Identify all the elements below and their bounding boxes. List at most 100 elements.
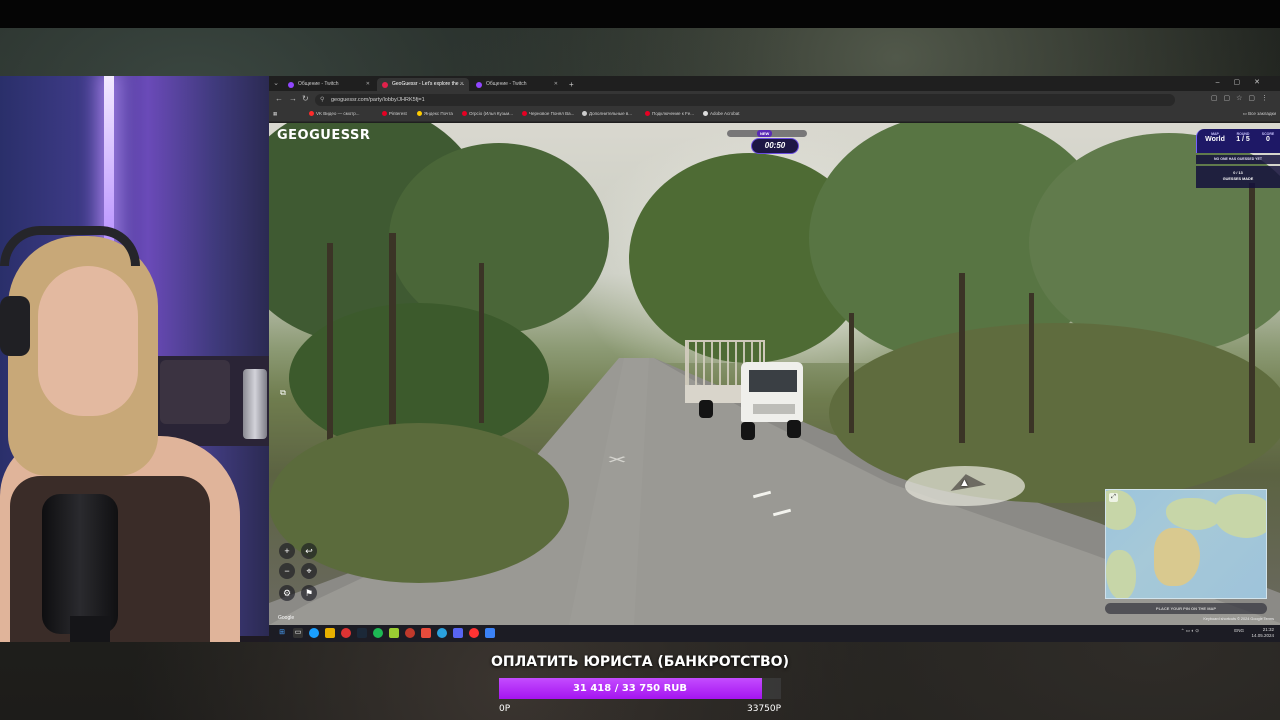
bookmark-connect[interactable]: Подключение к Fe... [645,111,694,117]
settings-gear-icon[interactable]: ⚙ [279,585,295,601]
truck-windshield [749,370,797,392]
score-status: SCORE 0 [1261,132,1275,143]
bookmark-adobe[interactable]: Adobe Acrobat [703,111,740,117]
street-view-panorama[interactable]: ✕ ▲ GEOGUESSR NEW 00:50 MAP World ROUND … [269,123,1280,625]
map-controls: + ↩ − ⌖ ⚙ ⚑ [279,543,319,603]
twitch-icon [476,82,482,88]
donation-goal-amount: 31 418 / 33 750 RUB [572,683,688,694]
yandex-icon[interactable] [469,628,479,638]
discord-icon[interactable] [453,628,463,638]
tab-label: Общение - Twitch [298,81,339,87]
task-view-icon[interactable]: ▭ [293,628,303,638]
app-icon[interactable] [485,628,495,638]
chrome-icon[interactable] [341,628,351,638]
url-field[interactable]: ⚲ geoguessr.com/party/lobby/JHRK5fj=1 [315,94,1175,106]
bookmark-orpcio[interactable]: Orpcio (Илья Кузьм... [462,111,513,117]
language-indicator[interactable]: ENG [1234,628,1244,633]
window-controls[interactable]: –▢✕ [1216,78,1274,86]
steam-icon[interactable] [357,628,367,638]
round-timer: NEW 00:50 [727,130,807,160]
geoguessr-logo: GEOGUESSR [277,128,371,143]
forward-icon[interactable]: → [289,94,297,103]
tree-trunk [327,243,333,443]
tree-trunk [1249,183,1255,443]
clock[interactable]: 21:32 14.05.2024 [1251,627,1274,638]
tab-label: GeoGuessr - Let's explore the ... [392,81,465,87]
twitch-icon [288,82,294,88]
mail-icon [417,111,422,117]
bookmark-yandex-mail[interactable]: Яндекс Почта [417,111,453,117]
streamer-face [38,266,138,416]
map-expand-icon[interactable]: ⤢ [1109,493,1118,502]
timer-value: 00:50 [751,138,799,154]
bookmark-chernovoe[interactable]: Черновое Понял Ва... [522,111,574,117]
donation-goal-title: ОПЛАТИТЬ ЮРИСТА (БАНКРОТСТВО) [491,654,789,670]
guess-map[interactable]: ⤢ [1105,489,1267,599]
youtube-icon [522,111,527,117]
bookmarks-bar: ▦ VK Видео — смотр... Pinterest Яндекс П… [269,109,1280,122]
extension-icons[interactable]: ▢▢☆▢⋮ [1211,94,1274,102]
map-status: MAP World [1205,132,1225,143]
drink-can [243,369,267,439]
brush-field [829,323,1280,503]
close-icon[interactable]: ✕ [460,81,464,87]
donation-goal-max: 33750Р [747,704,782,714]
round-status: ROUND 1 / 5 [1236,132,1250,143]
guesses-made: 0 / 13 GUESSES MADE [1196,166,1280,188]
map-landmass [1106,550,1136,598]
flag-icon[interactable]: ⚑ [301,585,317,601]
edge-icon[interactable] [309,628,319,638]
timer-progress: NEW [727,130,807,137]
tray-icons[interactable]: ⌃ ▭ ◐ ⊙ [1181,628,1201,633]
bookmark-extras[interactable]: Дополнительные в... [582,111,632,117]
truck [685,340,805,450]
windows-start-icon[interactable]: ⊞ [277,628,287,638]
map-landmass [1166,498,1221,530]
new-tab-button[interactable]: + [569,78,574,91]
obs-icon[interactable] [405,628,415,638]
all-bookmarks[interactable]: ▭ Все закладки [1243,111,1276,117]
tab-twitch-1[interactable]: Общение - Twitch ✕ [283,78,375,91]
tab-geoguessr[interactable]: GeoGuessr - Let's explore the ... ✕ [377,78,469,91]
speaker [160,360,230,424]
report-icon[interactable]: ⧉ [277,387,289,399]
bookmark-pinterest[interactable]: Pinterest [382,111,407,117]
back-icon[interactable]: ← [275,94,283,103]
app-icon[interactable] [421,628,431,638]
file-explorer-icon[interactable] [325,628,335,638]
truck-grill [753,404,795,414]
road-marking: ✕ [605,454,629,465]
apps-icon[interactable]: ▦ [273,111,277,117]
system-tray[interactable]: ⌃ ▭ ◐ ⊙ ENG 21:32 14.05.2024 [1181,627,1274,638]
guess-button[interactable]: PLACE YOUR PIN ON THE MAP [1105,603,1267,614]
youtube-icon [462,111,467,117]
pinterest-icon [382,111,387,117]
mouse-cursor-icon: ▲ [959,477,970,489]
youtube-icon [645,111,650,117]
tree-trunk [389,233,396,443]
top-letterbox [0,0,1280,28]
site-info-icon[interactable]: ⚲ [320,94,324,106]
reload-icon[interactable]: ↻ [302,94,309,103]
zoom-in-button[interactable]: + [279,543,295,559]
bookmark-vk[interactable]: VK Видео — смотр... [309,111,359,117]
clock-date: 14.05.2024 [1251,632,1274,638]
spotify-icon[interactable] [373,628,383,638]
stream-layout: ⌄ Общение - Twitch ✕ GeoGuessr - Let's e… [0,0,1280,720]
tab-search-icon[interactable]: ⌄ [269,76,283,91]
close-icon[interactable]: ✕ [554,81,558,87]
geoguessr-icon [382,82,388,88]
road-arrows [752,490,793,519]
undo-icon[interactable]: ↩ [301,543,317,559]
browser-window: ⌄ Общение - Twitch ✕ GeoGuessr - Let's e… [269,76,1280,642]
zoom-out-button[interactable]: − [279,563,295,579]
return-to-start-icon[interactable]: ⌖ [301,563,317,579]
tab-twitch-2[interactable]: Общение - Twitch ✕ [471,78,563,91]
telegram-icon[interactable] [437,628,447,638]
url-text: geoguessr.com/party/lobby/JHRK5fj=1 [331,97,425,103]
app-icon[interactable] [389,628,399,638]
tree-trunk [1029,293,1034,433]
headphones [0,226,140,266]
close-icon[interactable]: ✕ [366,81,370,87]
map-footer-links[interactable]: Keyboard shortcuts © 2024 Google Terms [1203,617,1274,621]
